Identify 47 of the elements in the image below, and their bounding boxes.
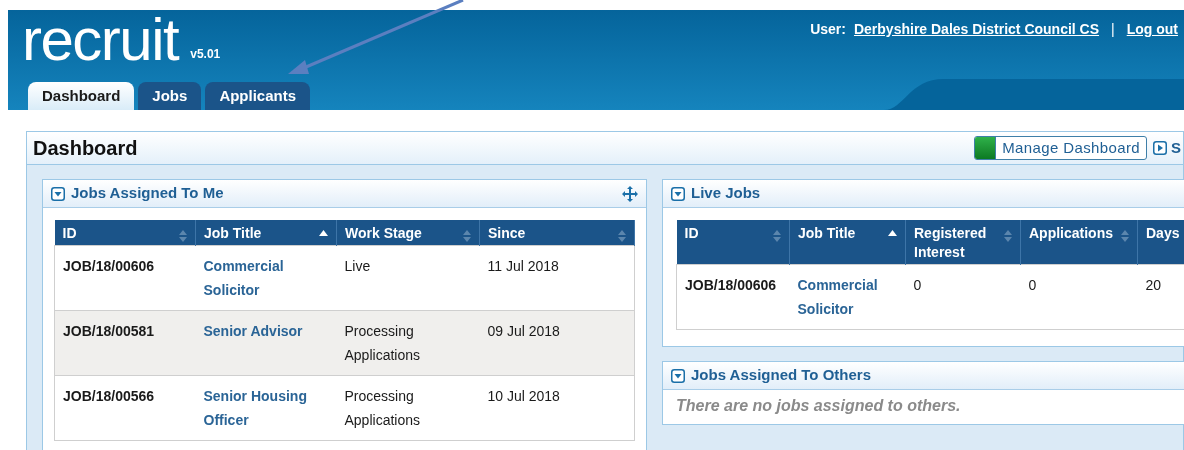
empty-message: There are no jobs assigned to others. [676,397,961,414]
collapse-icon[interactable] [671,186,685,201]
cut-link[interactable]: S [1171,136,1181,160]
app-logo: recruit [22,10,179,70]
separator: | [1110,20,1116,39]
job-id: JOB/18/00606 [54,245,196,310]
nav-tab[interactable]: Dashboard [28,82,135,110]
sort-icon [179,230,187,242]
collapse-icon[interactable] [51,186,65,201]
collapse-icon[interactable] [671,368,685,383]
nav-tab[interactable]: Jobs [138,82,202,110]
table-cell: 0 [1020,264,1138,329]
sort-ascending-icon [888,230,897,236]
table-cell: 09 Jul 2018 [479,310,635,375]
manage-dashboard-button[interactable]: Manage Dashboard [974,136,1147,160]
sort-icon [1121,230,1129,242]
job-title-link[interactable]: Commercial Solicitor [195,245,337,310]
table-cell: Processing Applications [336,310,480,375]
job-title-link[interactable]: Commercial Solicitor [789,264,906,329]
table-cell: 10 Jul 2018 [479,375,635,440]
job-id: JOB/18/00581 [54,310,196,375]
user-label: User: [810,20,846,39]
dashboard-icon [975,137,997,159]
widget-title: Live Jobs [691,183,761,204]
job-id: JOB/18/00566 [54,375,196,440]
table-cell: Live [336,245,480,310]
table-cell: 20 [1137,264,1184,329]
sort-icon [773,230,781,242]
sort-icon [1004,230,1012,242]
logout-link[interactable]: Log out [1126,19,1178,40]
nav-tab[interactable]: Applicants [205,82,311,110]
table-cell: 0 [905,264,1021,329]
sort-ascending-icon [319,230,328,236]
job-title-link[interactable]: Senior Housing Officer [195,375,337,440]
table-cell: 11 Jul 2018 [479,245,635,310]
widget-title: Jobs Assigned To Me [71,183,224,204]
job-title-link[interactable]: Senior Advisor [195,310,337,375]
user-name-link[interactable]: Derbyshire Dales District Council CS [853,19,1100,40]
page-title: Dashboard [33,136,138,161]
sort-icon [463,230,471,242]
move-icon[interactable] [622,185,638,202]
play-icon[interactable] [1153,141,1167,155]
job-id: JOB/18/00606 [676,264,790,329]
table-cell: Processing Applications [336,375,480,440]
widget-title: Jobs Assigned To Others [691,365,872,386]
sort-icon [618,230,626,242]
version-label: v5.01 [190,46,221,63]
